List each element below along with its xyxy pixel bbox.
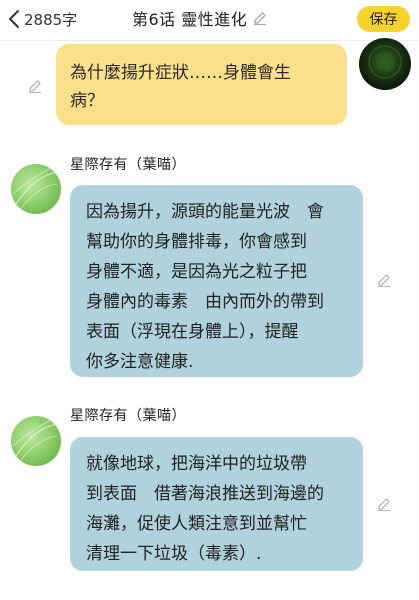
pencil-edit-icon[interactable] (376, 496, 392, 516)
message-line: 到表面 借著海浪推送到海邊的 (86, 484, 324, 504)
message-line: 你多注意健康. (86, 352, 194, 372)
message-line: 幫助你的身體排毒，你會感到 (86, 232, 307, 252)
save-button[interactable]: 保存 (357, 6, 410, 32)
message-line: 身體內的毒素 由內而外的帶到 (86, 292, 324, 312)
chapter-title-group[interactable]: 第6话 靈性進化 (132, 6, 268, 30)
message-line: 清理一下垃圾（毒素）. (86, 544, 262, 564)
message-line: 就像地球，把海洋中的垃圾帶 (86, 454, 307, 474)
sender-name: 星際存有（葉喵） (70, 408, 186, 424)
sender-name: 星際存有（葉喵） (70, 157, 186, 173)
message-line: 為什麼揚升症狀……身體會生 (70, 63, 291, 83)
pencil-edit-icon[interactable] (376, 272, 392, 292)
pencil-edit-icon[interactable] (252, 10, 268, 26)
other-message-bubble[interactable]: 因為揚升，源頭的能量光波 會 幫助你的身體排毒，你會感到 身體不適，是因為光之粒… (70, 185, 363, 377)
user-avatar[interactable] (359, 38, 411, 90)
message-line: 身體不適，是因為光之粒子把 (86, 262, 307, 282)
pencil-edit-icon[interactable] (27, 78, 43, 98)
header-divider (0, 40, 419, 41)
sender-avatar[interactable] (11, 164, 61, 214)
message-line: 病？ (70, 91, 104, 111)
word-count: 2885字 (24, 10, 78, 29)
message-line: 表面（浮現在身體上），提醒 (86, 322, 299, 342)
top-bar: 2885字 第6话 靈性進化 保存 (0, 0, 419, 38)
own-message-bubble[interactable]: 為什麼揚升症狀……身體會生 病？ (56, 44, 347, 125)
message-line: 因為揚升，源頭的能量光波 會 (86, 202, 324, 222)
back-chevron-icon (8, 9, 20, 29)
sender-avatar[interactable] (11, 416, 61, 466)
message-line: 海灘，促使人類注意到並幫忙 (86, 514, 307, 534)
chapter-title: 第6话 靈性進化 (132, 10, 248, 29)
other-message-bubble[interactable]: 就像地球，把海洋中的垃圾帶 到表面 借著海浪推送到海邊的 海灘，促使人類注意到並… (70, 437, 363, 571)
back-button[interactable]: 2885字 (8, 8, 77, 30)
